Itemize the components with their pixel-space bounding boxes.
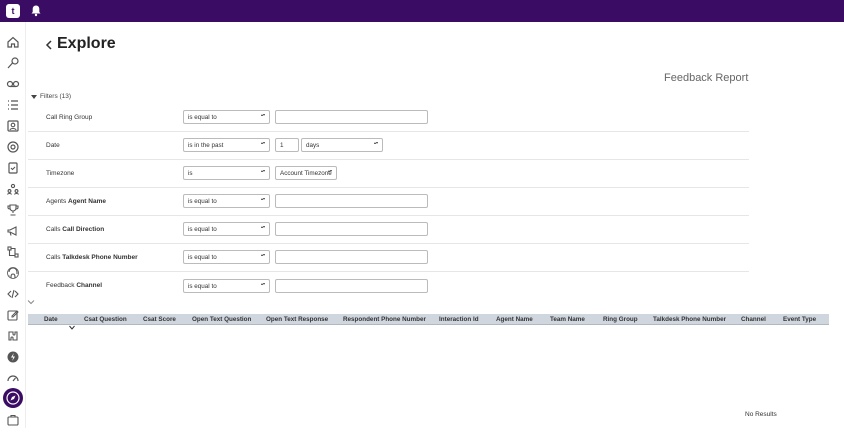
filter-label: Agents Agent Name — [46, 198, 106, 205]
operator-select[interactable]: is equal to — [183, 279, 270, 293]
column-header-date[interactable]: Date — [44, 316, 58, 323]
value-input[interactable] — [275, 222, 428, 236]
report-title: Feedback Report — [664, 72, 749, 84]
filter-row-agent-name: Agents Agent Name is equal to — [28, 188, 749, 216]
filters-toggle-label: Filters (13) — [40, 93, 72, 100]
voicemail-icon[interactable] — [6, 77, 20, 91]
column-header-agent-name[interactable]: Agent Name — [496, 316, 533, 323]
campaign-icon[interactable] — [6, 224, 20, 238]
trophy-icon[interactable] — [6, 203, 20, 217]
bell-icon[interactable] — [30, 4, 42, 18]
sidebar — [0, 22, 26, 428]
gauge-icon[interactable] — [6, 371, 20, 385]
column-header-event-type[interactable]: Event Type — [783, 316, 816, 323]
value-input[interactable] — [275, 279, 428, 293]
column-header-csat-score[interactable]: Csat Score — [143, 316, 176, 323]
column-header-open-text-question[interactable]: Open Text Question — [192, 316, 251, 323]
caret-down-icon — [31, 94, 37, 99]
top-bar: t — [0, 0, 844, 22]
explore-icon[interactable] — [3, 388, 23, 408]
app-logo-icon[interactable]: t — [6, 4, 20, 18]
timezone-select[interactable]: Account Timezone — [275, 166, 337, 180]
back-chevron-icon[interactable] — [44, 38, 54, 52]
filter-label: Feedback Channel — [46, 282, 103, 289]
edit-icon[interactable] — [6, 308, 20, 322]
no-results-text: No Results — [745, 411, 777, 418]
column-header-talkdesk-phone-number[interactable]: Talkdesk Phone Number — [653, 316, 726, 323]
page-title: Explore — [57, 35, 116, 52]
unit-select[interactable]: days — [301, 138, 383, 152]
flow-icon[interactable] — [6, 245, 20, 259]
value-input[interactable]: 1 — [275, 138, 299, 152]
checklist-icon[interactable] — [6, 161, 20, 175]
column-header-respondent-phone-number[interactable]: Respondent Phone Number — [343, 316, 426, 323]
team-icon[interactable] — [6, 182, 20, 196]
filter-row-date: Date is in the past 1 days — [28, 132, 749, 160]
filter-row-channel: Feedback Channel is equal to — [28, 272, 749, 300]
sort-down-icon[interactable] — [69, 317, 75, 330]
column-header-channel[interactable]: Channel — [741, 316, 766, 323]
filter-label: Timezone — [46, 170, 75, 177]
operator-select[interactable]: is equal to — [183, 194, 270, 208]
filter-row-talkdesk-phone-number: Calls Talkdesk Phone Number is equal to — [28, 244, 749, 272]
column-header-ring-group[interactable]: Ring Group — [603, 316, 638, 323]
value-input[interactable] — [275, 194, 428, 208]
fingerprint-icon[interactable] — [6, 266, 20, 280]
power-icon[interactable] — [6, 350, 20, 364]
filter-label: Date — [46, 142, 60, 149]
filter-row-call-ring-group: Call Ring Group is equal to — [28, 104, 749, 132]
support-icon[interactable] — [6, 140, 20, 154]
operator-select[interactable]: is equal to — [183, 250, 270, 264]
operator-select[interactable]: is equal to — [183, 110, 270, 124]
value-input[interactable] — [275, 250, 428, 264]
filter-row-timezone: Timezone is Account Timezone — [28, 160, 749, 188]
home-icon[interactable] — [6, 35, 20, 49]
column-header-team-name[interactable]: Team Name — [550, 316, 585, 323]
results-table-header: Date Csat Question Csat Score Open Text … — [28, 314, 829, 330]
operator-select[interactable]: is equal to — [183, 222, 270, 236]
contacts-icon[interactable] — [6, 119, 20, 133]
list-icon[interactable] — [6, 98, 20, 112]
column-header-csat-question[interactable]: Csat Question — [84, 316, 127, 323]
filter-label: Call Ring Group — [46, 114, 93, 121]
operator-select[interactable]: is in the past — [183, 138, 270, 152]
code-icon[interactable] — [6, 287, 20, 301]
column-header-open-text-response[interactable]: Open Text Response — [266, 316, 328, 323]
routing-icon[interactable] — [6, 56, 20, 70]
filter-row-call-direction: Calls Call Direction is equal to — [28, 216, 749, 244]
filter-label: Calls Call Direction — [46, 226, 105, 233]
column-header-interaction-id[interactable]: Interaction Id — [439, 316, 479, 323]
filters-toggle[interactable]: Filters (13) — [31, 93, 71, 100]
integrations-icon[interactable] — [6, 329, 20, 343]
briefcase-icon[interactable] — [6, 413, 20, 427]
filter-label: Calls Talkdesk Phone Number — [46, 254, 138, 261]
operator-select[interactable]: is — [183, 166, 270, 180]
value-input[interactable] — [275, 110, 428, 124]
collapse-chevron-icon[interactable] — [27, 292, 35, 305]
